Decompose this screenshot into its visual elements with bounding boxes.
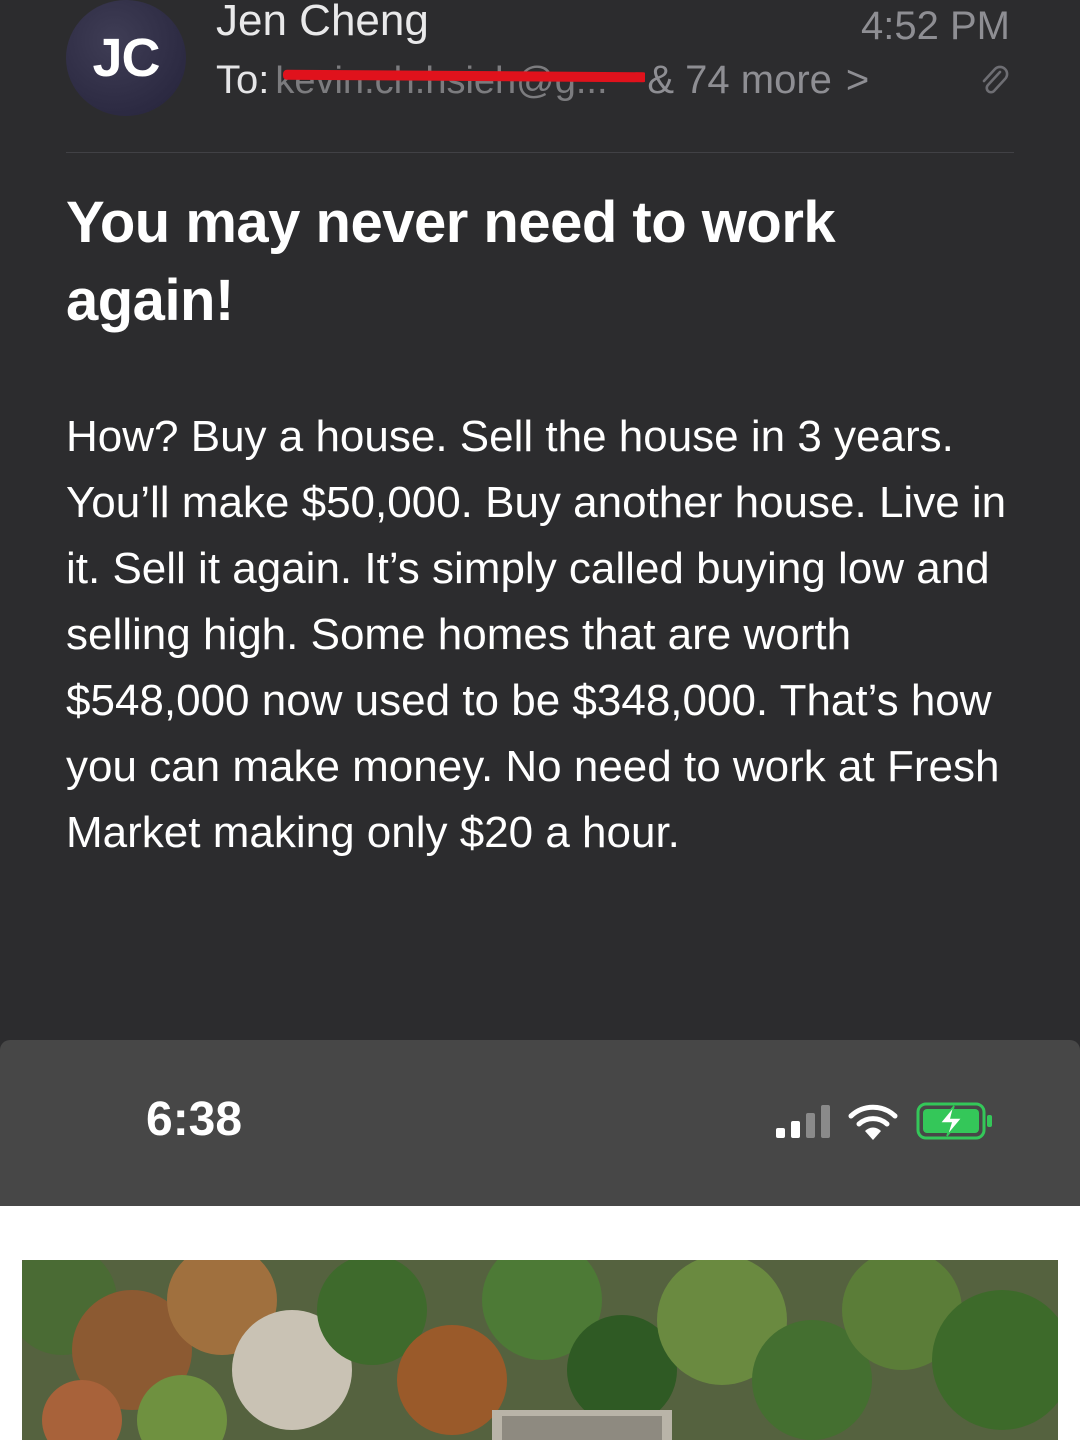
phone-status-bar: 6:38 <box>0 1040 1080 1206</box>
email-view: JC Jen Cheng 4:52 PM To: kevin.ch.hsieh@… <box>0 0 1080 1042</box>
cellular-signal-icon <box>776 1105 830 1138</box>
more-recipients[interactable]: & 74 more <box>647 58 832 103</box>
email-body: How? Buy a house. Sell the house in 3 ye… <box>66 412 1007 857</box>
sender-name[interactable]: Jen Cheng <box>216 0 429 46</box>
sender-avatar[interactable]: JC <box>66 0 186 116</box>
email-time: 4:52 PM <box>861 4 1010 48</box>
status-time: 6:38 <box>146 1093 243 1146</box>
aerial-house-photo <box>22 1260 1058 1440</box>
redaction-mark <box>283 69 646 82</box>
redacted-recipient: kevin.ch.hsieh@g... <box>275 61 646 101</box>
header-divider <box>66 152 1014 153</box>
wifi-icon <box>848 1104 898 1140</box>
email-subject: You may never need to work again! <box>66 190 836 333</box>
to-label: To: <box>216 58 270 102</box>
chevron-right-icon[interactable]: > <box>846 58 869 103</box>
paperclip-icon <box>982 65 1009 94</box>
recipients-row[interactable]: To: kevin.ch.hsieh@g... & 74 more > <box>216 58 869 103</box>
battery-charging-icon <box>916 1102 992 1140</box>
